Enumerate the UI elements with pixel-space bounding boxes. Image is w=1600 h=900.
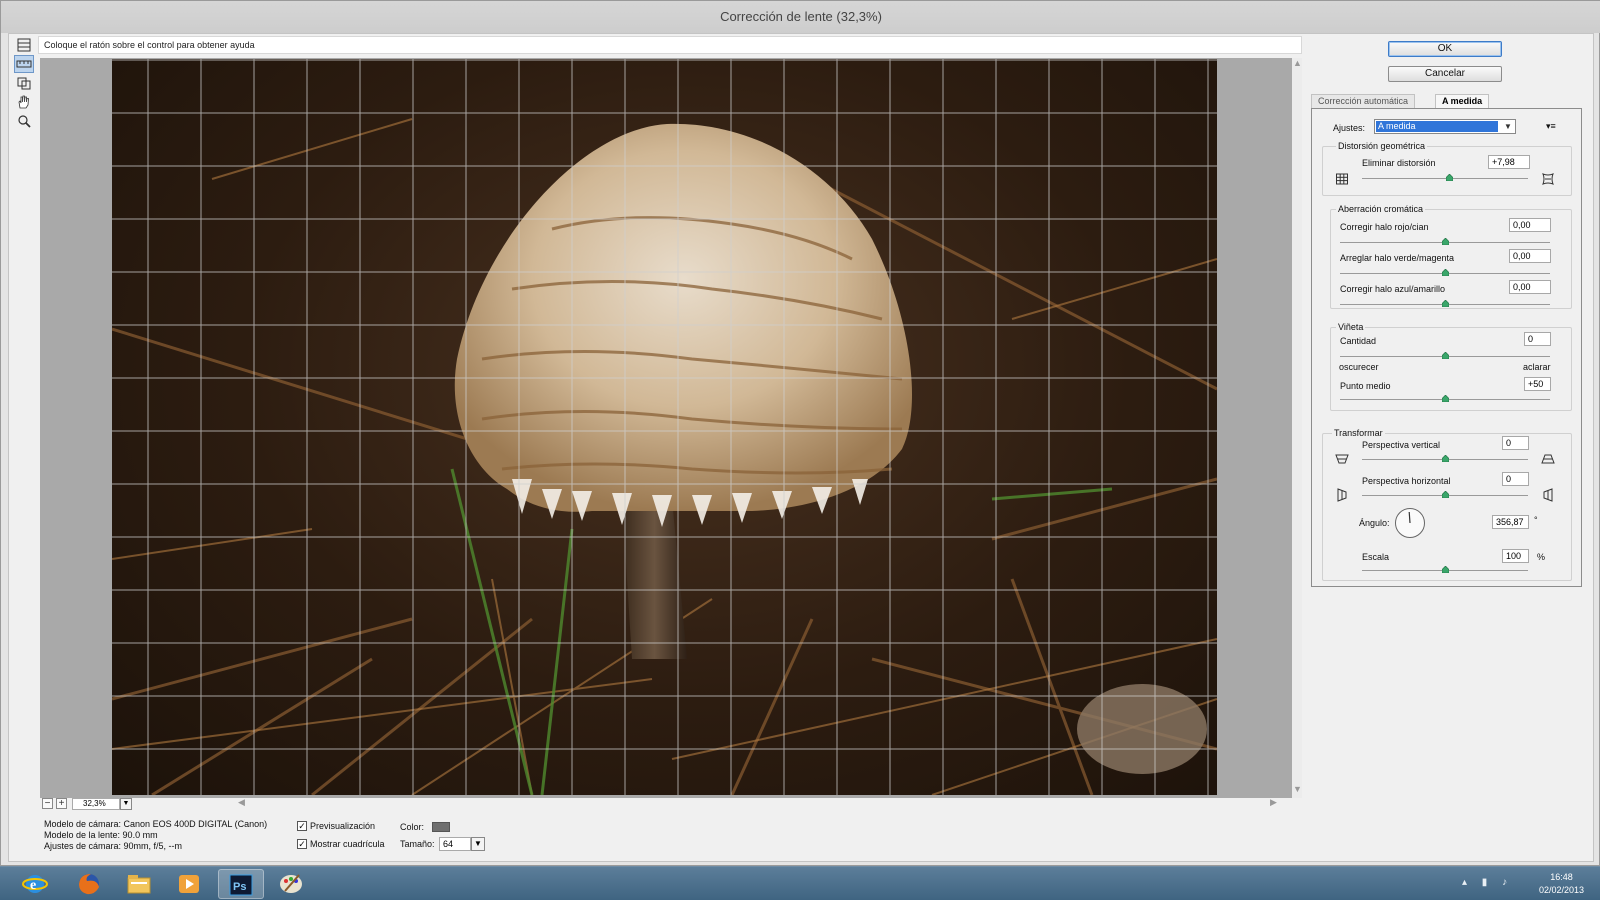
tool-palette: [14, 36, 36, 131]
tab-custom[interactable]: A medida: [1435, 94, 1490, 108]
angle-dial[interactable]: [1395, 508, 1425, 538]
remove-distortion-field[interactable]: +7,98: [1488, 155, 1530, 169]
svg-text:e: e: [30, 878, 36, 893]
camera-info: Modelo de cámara: Canon EOS 400D DIGITAL…: [44, 819, 267, 852]
chromatic-aberration-title: Aberración cromática: [1336, 204, 1426, 214]
tab-auto-correction[interactable]: Corrección automática: [1311, 94, 1416, 108]
preview-checkbox[interactable]: ✓ Previsualización: [297, 821, 375, 831]
remove-distortion-tool-icon[interactable]: [14, 36, 34, 54]
help-hint: Coloque el ratón sobre el control para o…: [38, 36, 1302, 54]
scale-field[interactable]: 100: [1502, 549, 1529, 563]
windows-taskbar: e Ps ▴ ▮ ♪ 16:48 02/02/2013: [0, 866, 1600, 900]
clock-time: 16:48: [1550, 872, 1573, 882]
zoom-in-button[interactable]: +: [56, 798, 67, 809]
hand-tool-icon[interactable]: [14, 93, 34, 111]
horizontal-scrollbar[interactable]: ◀ ▶: [230, 797, 1284, 808]
zoom-dropdown-arrow-icon[interactable]: ▼: [120, 798, 132, 810]
file-explorer-icon[interactable]: [116, 869, 162, 899]
red-cyan-label: Corregir halo rojo/cian: [1340, 222, 1429, 232]
midpoint-label: Punto medio: [1340, 381, 1391, 391]
preview-label: Previsualización: [310, 821, 376, 831]
chevron-down-icon: ▼: [1504, 122, 1512, 131]
grid-color-label: Color:: [400, 822, 425, 832]
show-grid-label: Mostrar cuadrícula: [310, 839, 385, 849]
blue-yellow-label: Corregir halo azul/amarillo: [1340, 284, 1446, 294]
move-grid-tool-icon[interactable]: [14, 74, 34, 92]
midpoint-slider[interactable]: [1442, 395, 1449, 402]
preview-checkbox-box[interactable]: ✓: [297, 821, 307, 831]
show-grid-checkbox-box[interactable]: ✓: [297, 839, 307, 849]
grid-color-swatch[interactable]: [432, 822, 450, 832]
angle-unit: °: [1534, 515, 1538, 525]
transform-title: Transformar: [1332, 428, 1385, 438]
settings-select-value: A medida: [1375, 120, 1499, 133]
internet-explorer-icon[interactable]: e: [12, 869, 58, 899]
vignette-amount-slider[interactable]: [1442, 352, 1449, 359]
vertical-perspective-field[interactable]: 0: [1502, 436, 1529, 450]
perspective-vertical-left-icon: [1335, 452, 1349, 466]
barrel-icon: [1541, 172, 1555, 186]
vertical-perspective-slider[interactable]: [1442, 455, 1449, 462]
photoshop-icon-label: Ps: [233, 881, 246, 893]
angle-field[interactable]: 356,87: [1492, 515, 1529, 529]
pincushion-icon: [1335, 172, 1349, 186]
perspective-vertical-right-icon: [1541, 452, 1555, 466]
zoom-out-button[interactable]: −: [42, 798, 53, 809]
angle-label: Ángulo:: [1359, 518, 1390, 528]
straighten-tool-icon[interactable]: [14, 55, 34, 73]
scale-label: Escala: [1362, 552, 1390, 562]
camera-model-text: Modelo de cámara: Canon EOS 400D DIGITAL…: [44, 819, 268, 829]
green-magenta-slider[interactable]: [1442, 269, 1449, 276]
perspective-horizontal-right-icon: [1541, 488, 1555, 502]
clock[interactable]: 16:48 02/02/2013: [1539, 871, 1584, 897]
zoom-tool-icon[interactable]: [14, 112, 34, 130]
settings-label: Ajustes:: [1333, 123, 1366, 133]
show-grid-checkbox[interactable]: ✓ Mostrar cuadrícula: [297, 839, 385, 849]
scale-slider[interactable]: [1442, 566, 1449, 573]
mushroom-photo: [112, 59, 1217, 795]
midpoint-field[interactable]: +50: [1524, 377, 1551, 391]
vertical-scrollbar[interactable]: ▲ ▼: [1292, 58, 1302, 798]
red-cyan-field[interactable]: 0,00: [1509, 218, 1551, 232]
vignette-title: Viñeta: [1336, 322, 1366, 332]
geometric-distortion-group: [1322, 146, 1572, 196]
blue-yellow-field[interactable]: 0,00: [1509, 280, 1551, 294]
window-title: Corrección de lente (32,3%): [1, 1, 1600, 33]
scale-unit: %: [1537, 552, 1546, 562]
vignette-amount-label: Cantidad: [1340, 336, 1377, 346]
panel-menu-icon[interactable]: ▾≡: [1546, 121, 1556, 132]
preview-canvas[interactable]: [40, 58, 1302, 798]
green-magenta-label: Arreglar halo verde/magenta: [1340, 253, 1455, 263]
cancel-button[interactable]: Cancelar: [1388, 66, 1502, 82]
firefox-icon[interactable]: [66, 869, 112, 899]
media-player-icon[interactable]: [166, 869, 212, 899]
vertical-perspective-label: Perspectiva vertical: [1362, 440, 1441, 450]
paint-icon[interactable]: [268, 869, 314, 899]
remove-distortion-track[interactable]: [1362, 178, 1528, 179]
grid-size-dropdown-icon[interactable]: ▼: [471, 837, 485, 851]
clock-date: 02/02/2013: [1538, 885, 1584, 895]
zoom-level-field[interactable]: 32,3%: [72, 798, 120, 810]
blue-yellow-slider[interactable]: [1442, 300, 1449, 307]
horizontal-perspective-field[interactable]: 0: [1502, 472, 1529, 486]
grid-size-field[interactable]: 64: [439, 837, 471, 851]
lighten-label: aclarar: [1523, 362, 1551, 372]
geometric-distortion-title: Distorsión geométrica: [1336, 141, 1428, 151]
horizontal-perspective-label: Perspectiva horizontal: [1362, 476, 1451, 486]
ok-button[interactable]: OK: [1388, 41, 1502, 57]
horizontal-perspective-slider[interactable]: [1442, 491, 1449, 498]
remove-distortion-slider[interactable]: [1446, 174, 1454, 181]
green-magenta-field[interactable]: 0,00: [1509, 249, 1551, 263]
photoshop-icon[interactable]: Ps: [218, 869, 264, 899]
red-cyan-slider[interactable]: [1442, 238, 1449, 245]
camera-settings-text: Ajustes de cámara: 90mm, f/5, --m: [44, 841, 183, 851]
vignette-amount-field[interactable]: 0: [1524, 332, 1551, 346]
grid-size-label: Tamaño:: [400, 839, 435, 849]
lens-model-text: Modelo de la lente: 90.0 mm: [44, 830, 158, 840]
remove-distortion-label: Eliminar distorsión: [1362, 158, 1436, 168]
system-tray-icons[interactable]: ▴ ▮ ♪: [1462, 877, 1513, 888]
darken-label: oscurecer: [1339, 362, 1379, 372]
perspective-horizontal-left-icon: [1335, 488, 1349, 502]
settings-select[interactable]: A medida ▼: [1374, 119, 1516, 134]
